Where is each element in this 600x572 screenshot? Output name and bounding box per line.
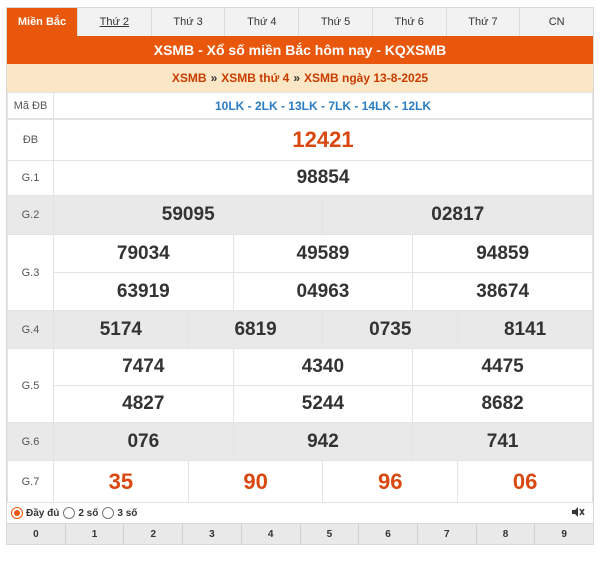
tab-mien-bac[interactable]: Miền Bắc	[7, 8, 78, 36]
tab-thu-2[interactable]: Thứ 2	[78, 8, 152, 36]
g3-number: 79034	[53, 234, 234, 273]
option-two-digits-label: 2 số	[78, 507, 99, 519]
digit-button[interactable]: 4	[242, 524, 301, 544]
g3-number: 63919	[53, 272, 234, 311]
g5-number: 7474	[53, 348, 234, 386]
option-three-digits[interactable]: 3 số	[102, 507, 137, 519]
g4-number: 0735	[322, 310, 459, 349]
g2-number: 59095	[52, 195, 324, 235]
breadcrumb: XSMB » XSMB thứ 4 » XSMB ngày 13-8-2025	[7, 64, 593, 92]
results-table: Mã ĐB 10LK - 2LK - 13LK - 7LK - 14LK - 1…	[7, 92, 593, 119]
row-g2: G.2 59095 02817	[7, 195, 593, 235]
g6-number: 942	[232, 422, 414, 461]
option-full-label: Đầy đủ	[26, 507, 60, 519]
digit-button[interactable]: 1	[66, 524, 125, 544]
option-three-digits-label: 3 số	[117, 507, 138, 519]
digit-button[interactable]: 0	[7, 524, 66, 544]
speaker-muted-icon[interactable]	[571, 505, 585, 522]
prize-label-g6: G.6	[7, 422, 54, 461]
g7-number: 35	[53, 460, 189, 503]
digit-button[interactable]: 6	[359, 524, 418, 544]
row-g4: G.4 5174 6819 0735 8141	[7, 310, 593, 349]
g7-number: 96	[322, 460, 459, 503]
breadcrumb-separator: »	[210, 71, 218, 85]
row-g3b: 63919 04963 38674	[8, 272, 593, 311]
row-ma-db: Mã ĐB 10LK - 2LK - 13LK - 7LK - 14LK - 1…	[7, 92, 593, 119]
page-title: XSMB - Xổ số miền Bắc hôm nay - KQXSMB	[7, 36, 593, 64]
special-prize-number: 12421	[53, 119, 593, 161]
prize-label-g3: G.3	[7, 234, 54, 311]
row-g5b: 4827 5244 8682	[8, 385, 593, 423]
digit-button[interactable]: 5	[301, 524, 360, 544]
g5-number: 8682	[412, 385, 593, 423]
tab-thu-7[interactable]: Thứ 7	[447, 8, 521, 36]
g3-number: 49589	[232, 234, 414, 273]
digit-button[interactable]: 2	[124, 524, 184, 544]
prize-label-g7: G.7	[7, 460, 54, 503]
tab-thu-4[interactable]: Thứ 4	[225, 8, 300, 36]
g5-number: 5244	[232, 385, 414, 423]
row-g3: G.3 79034 49589 94859	[7, 234, 593, 311]
digit-button[interactable]: 7	[418, 524, 477, 544]
tab-cn[interactable]: CN	[520, 8, 593, 36]
radio-icon[interactable]	[102, 507, 115, 519]
breadcrumb-xsmb[interactable]: XSMB	[172, 71, 207, 85]
digit-button[interactable]: 8	[477, 524, 536, 544]
prize-label-g1: G.1	[7, 160, 54, 196]
g4-number: 6819	[187, 310, 324, 349]
g3-number: 38674	[412, 272, 593, 311]
option-two-digits[interactable]: 2 số	[63, 507, 98, 519]
g5-number: 4827	[53, 385, 234, 423]
option-full[interactable]: Đầy đủ	[11, 507, 59, 519]
prize-label-g2: G.2	[7, 195, 54, 235]
prize-table: ĐB 12421 G.1 98854 G.2 59095 02817 G.3 7…	[7, 119, 593, 503]
g3-number: 94859	[412, 234, 593, 273]
row-g7: G.7 35 90 96 06	[7, 460, 593, 503]
g7-number: 06	[457, 460, 593, 503]
g5-number: 4475	[412, 348, 593, 386]
tab-thu-5[interactable]: Thứ 5	[299, 8, 373, 36]
g6-number: 741	[412, 422, 593, 461]
display-options: Đầy đủ 2 số 3 số	[7, 503, 593, 523]
ma-db-value: 10LK - 2LK - 13LK - 7LK - 14LK - 12LK	[53, 92, 593, 119]
radio-selected-icon[interactable]	[11, 507, 23, 519]
row-g5: G.5 7474 4340 4475	[7, 348, 593, 423]
digit-button[interactable]: 3	[183, 524, 242, 544]
g3-number: 04963	[232, 272, 414, 311]
breadcrumb-xsmb-thu-4[interactable]: XSMB thứ 4	[221, 71, 289, 85]
prize-label-g5: G.5	[7, 348, 54, 423]
day-tabs: Miền Bắc Thứ 2 Thứ 3 Thứ 4 Thứ 5 Thứ 6 T…	[7, 8, 593, 36]
row-special-prize: ĐB 12421	[7, 119, 593, 161]
prize-label-db: ĐB	[7, 119, 54, 161]
prize-label-g4: G.4	[7, 310, 54, 349]
breadcrumb-separator: »	[293, 71, 300, 85]
tab-thu-3[interactable]: Thứ 3	[152, 8, 226, 36]
g7-number: 90	[187, 460, 324, 503]
ma-db-label: Mã ĐB	[7, 92, 54, 119]
digit-button[interactable]: 9	[535, 524, 593, 544]
radio-icon[interactable]	[63, 507, 76, 519]
lottery-results-widget: Miền Bắc Thứ 2 Thứ 3 Thứ 4 Thứ 5 Thứ 6 T…	[6, 7, 594, 545]
g4-number: 8141	[457, 310, 593, 349]
digit-filter-bar: 0 1 2 3 4 5 6 7 8 9	[7, 523, 593, 544]
g2-number: 02817	[322, 195, 593, 235]
tab-thu-6[interactable]: Thứ 6	[373, 8, 447, 36]
row-g6: G.6 076 942 741	[7, 422, 593, 461]
g6-number: 076	[53, 422, 234, 461]
g4-number: 5174	[53, 310, 189, 349]
g1-number: 98854	[53, 160, 593, 196]
row-g1: G.1 98854	[7, 160, 593, 196]
breadcrumb-xsmb-date[interactable]: XSMB ngày 13-8-2025	[304, 71, 428, 85]
g5-number: 4340	[232, 348, 414, 386]
